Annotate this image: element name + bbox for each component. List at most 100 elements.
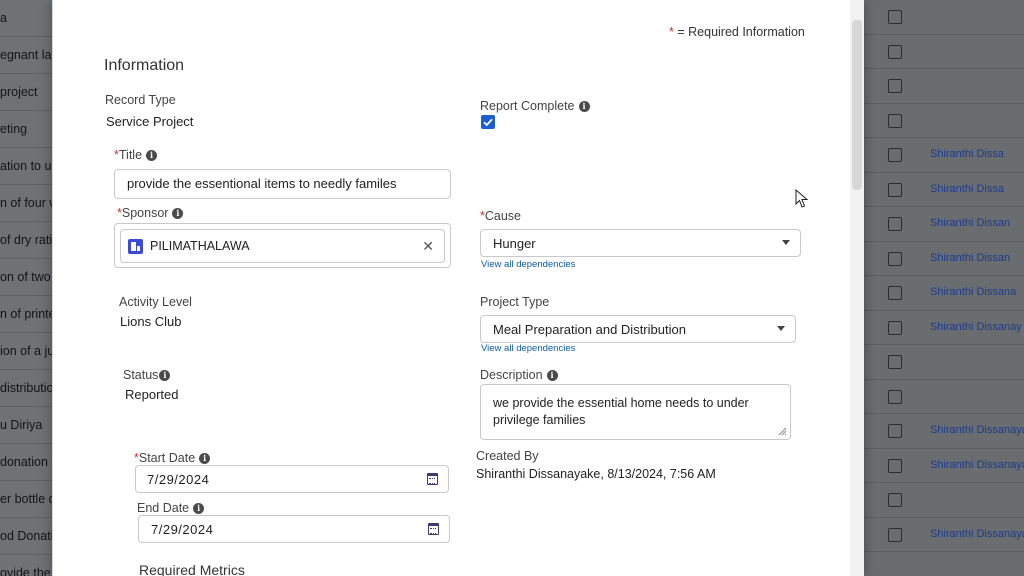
row-checkbox[interactable]	[888, 389, 902, 404]
account-icon	[128, 239, 143, 254]
cause-view-dependencies-link[interactable]: View all dependencies	[481, 259, 575, 270]
row-checkbox[interactable]	[888, 182, 902, 197]
status-label-text: Status	[123, 368, 159, 382]
report-complete-checkbox[interactable]	[481, 115, 495, 129]
background-owner-row	[860, 380, 1024, 414]
required-metrics-heading: Required Metrics	[139, 562, 245, 576]
calendar-icon[interactable]	[428, 523, 439, 535]
record-type-value: Service Project	[106, 114, 194, 129]
cause-select-value: Hunger	[493, 236, 536, 251]
created-by-value: Shiranthi Dissanayake, 8/13/2024, 7:56 A…	[476, 467, 716, 481]
owner-link[interactable]: Shiranthi Dissa	[930, 183, 1004, 195]
calendar-icon[interactable]	[427, 473, 438, 485]
description-label-text: Description	[480, 368, 543, 382]
row-checkbox[interactable]	[888, 458, 902, 473]
row-checkbox[interactable]	[888, 251, 902, 266]
checkbox-checked-icon	[483, 118, 493, 127]
owner-link[interactable]: Shiranthi Dissan	[930, 217, 1010, 229]
required-star: *	[669, 25, 674, 39]
title-input[interactable]: provide the essentional items to needly …	[114, 169, 451, 199]
report-complete-label-text: Report Complete	[480, 99, 575, 113]
sponsor-lookup-pill[interactable]: PILIMATHALAWA ✕	[120, 229, 445, 263]
background-owner-row: Shiranthi Dissanayak	[860, 449, 1024, 483]
owner-link[interactable]: Shiranthi Dissa	[930, 148, 1004, 160]
background-owner-row	[860, 0, 1024, 35]
title-label: *Title i	[114, 148, 158, 162]
info-icon[interactable]: i	[578, 101, 590, 113]
info-icon[interactable]: i	[546, 370, 558, 382]
row-checkbox[interactable]	[888, 527, 902, 542]
activity-level-label: Activity Level	[119, 295, 192, 309]
row-checkbox[interactable]	[888, 217, 902, 231]
background-owner-list: Shiranthi Dissa Shiranthi Dissa Shiranthi …	[860, 0, 1024, 576]
description-label: Description i	[480, 368, 558, 382]
background-owner-row: Shiranthi Dissa	[860, 138, 1024, 173]
owner-link[interactable]: Shiranthi Dissanayake	[930, 528, 1024, 540]
resize-handle-icon[interactable]	[777, 426, 787, 436]
row-checkbox[interactable]	[888, 320, 902, 335]
mouse-cursor-icon	[795, 189, 809, 208]
start-date-input[interactable]: 7/29/2024	[135, 465, 449, 493]
status-label: Status i	[123, 368, 171, 382]
owner-link[interactable]: Shiranthi Dissanayak	[930, 424, 1024, 436]
info-icon[interactable]: i	[172, 208, 184, 220]
project-type-select-value: Meal Preparation and Distribution	[493, 322, 686, 337]
description-textarea-value: we provide the essential home needs to u…	[493, 396, 749, 427]
project-type-label: Project Type	[480, 295, 550, 309]
row-checkbox[interactable]	[888, 10, 902, 24]
sponsor-lookup-container: PILIMATHALAWA ✕	[114, 223, 451, 268]
background-owner-row: Shiranthi Dissanay	[860, 311, 1024, 345]
row-checkbox[interactable]	[888, 424, 902, 438]
owner-link[interactable]: Shiranthi Dissanay	[930, 321, 1022, 333]
title-label-text: Title	[118, 148, 143, 162]
section-title: Information	[104, 57, 185, 74]
row-checkbox[interactable]	[888, 148, 902, 162]
background-owner-row	[860, 69, 1024, 104]
owner-link[interactable]: Shiranthi Dissana	[930, 286, 1016, 298]
start-date-label: *Start Date i	[134, 451, 211, 465]
end-date-label: End Date i	[137, 501, 205, 515]
info-icon[interactable]: i	[193, 503, 205, 515]
row-checkbox[interactable]	[888, 113, 902, 128]
sponsor-label-text: Sponsor	[121, 206, 169, 220]
chevron-down-icon	[777, 326, 785, 331]
edit-record-modal: * = Required Information Information Rec…	[52, 0, 864, 576]
info-icon[interactable]: i	[146, 150, 158, 162]
info-icon[interactable]: i	[199, 453, 211, 465]
background-owner-row: Shiranthi Dissanayak	[860, 414, 1024, 449]
start-date-label-text: Start Date	[138, 451, 196, 465]
title-input-value: provide the essentional items to needly …	[127, 176, 397, 191]
row-checkbox[interactable]	[888, 79, 902, 93]
background-owner-row	[860, 483, 1024, 518]
clear-icon[interactable]: ✕	[422, 238, 434, 255]
cause-select[interactable]: Hunger	[480, 229, 801, 257]
scrollbar-thumb[interactable]	[852, 20, 862, 190]
background-owner-row	[860, 104, 1024, 138]
background-owner-row	[860, 345, 1024, 380]
chevron-down-icon	[782, 240, 790, 245]
created-by-label: Created By	[476, 449, 539, 463]
owner-link[interactable]: Shiranthi Dissanayak	[930, 459, 1024, 471]
report-complete-label: Report Complete i	[480, 99, 590, 113]
project-type-select[interactable]: Meal Preparation and Distribution	[480, 315, 796, 343]
row-checkbox[interactable]	[888, 493, 902, 507]
sponsor-value: PILIMATHALAWA	[150, 239, 250, 253]
project-type-view-dependencies-link[interactable]: View all dependencies	[481, 343, 575, 354]
background-owner-row: Shiranthi Dissanayake	[860, 518, 1024, 552]
end-date-input[interactable]: 7/29/2024	[138, 515, 450, 543]
owner-link[interactable]: Shiranthi Dissan	[930, 252, 1010, 264]
description-textarea[interactable]: we provide the essential home needs to u…	[480, 384, 791, 440]
modal-scrollbar[interactable]	[850, 0, 864, 576]
info-icon[interactable]: i	[159, 370, 171, 382]
cause-label-text: Cause	[484, 209, 522, 223]
row-checkbox[interactable]	[888, 355, 902, 369]
status-value: Reported	[125, 387, 179, 402]
record-type-label: Record Type	[105, 93, 176, 107]
cause-label: *Cause	[480, 209, 521, 223]
row-checkbox[interactable]	[888, 286, 902, 300]
row-checkbox[interactable]	[888, 44, 902, 59]
activity-level-value: Lions Club	[120, 314, 182, 329]
background-owner-row: Shiranthi Dissan	[860, 207, 1024, 242]
background-owner-row	[860, 35, 1024, 69]
sponsor-label: *Sponsor i	[117, 206, 184, 220]
